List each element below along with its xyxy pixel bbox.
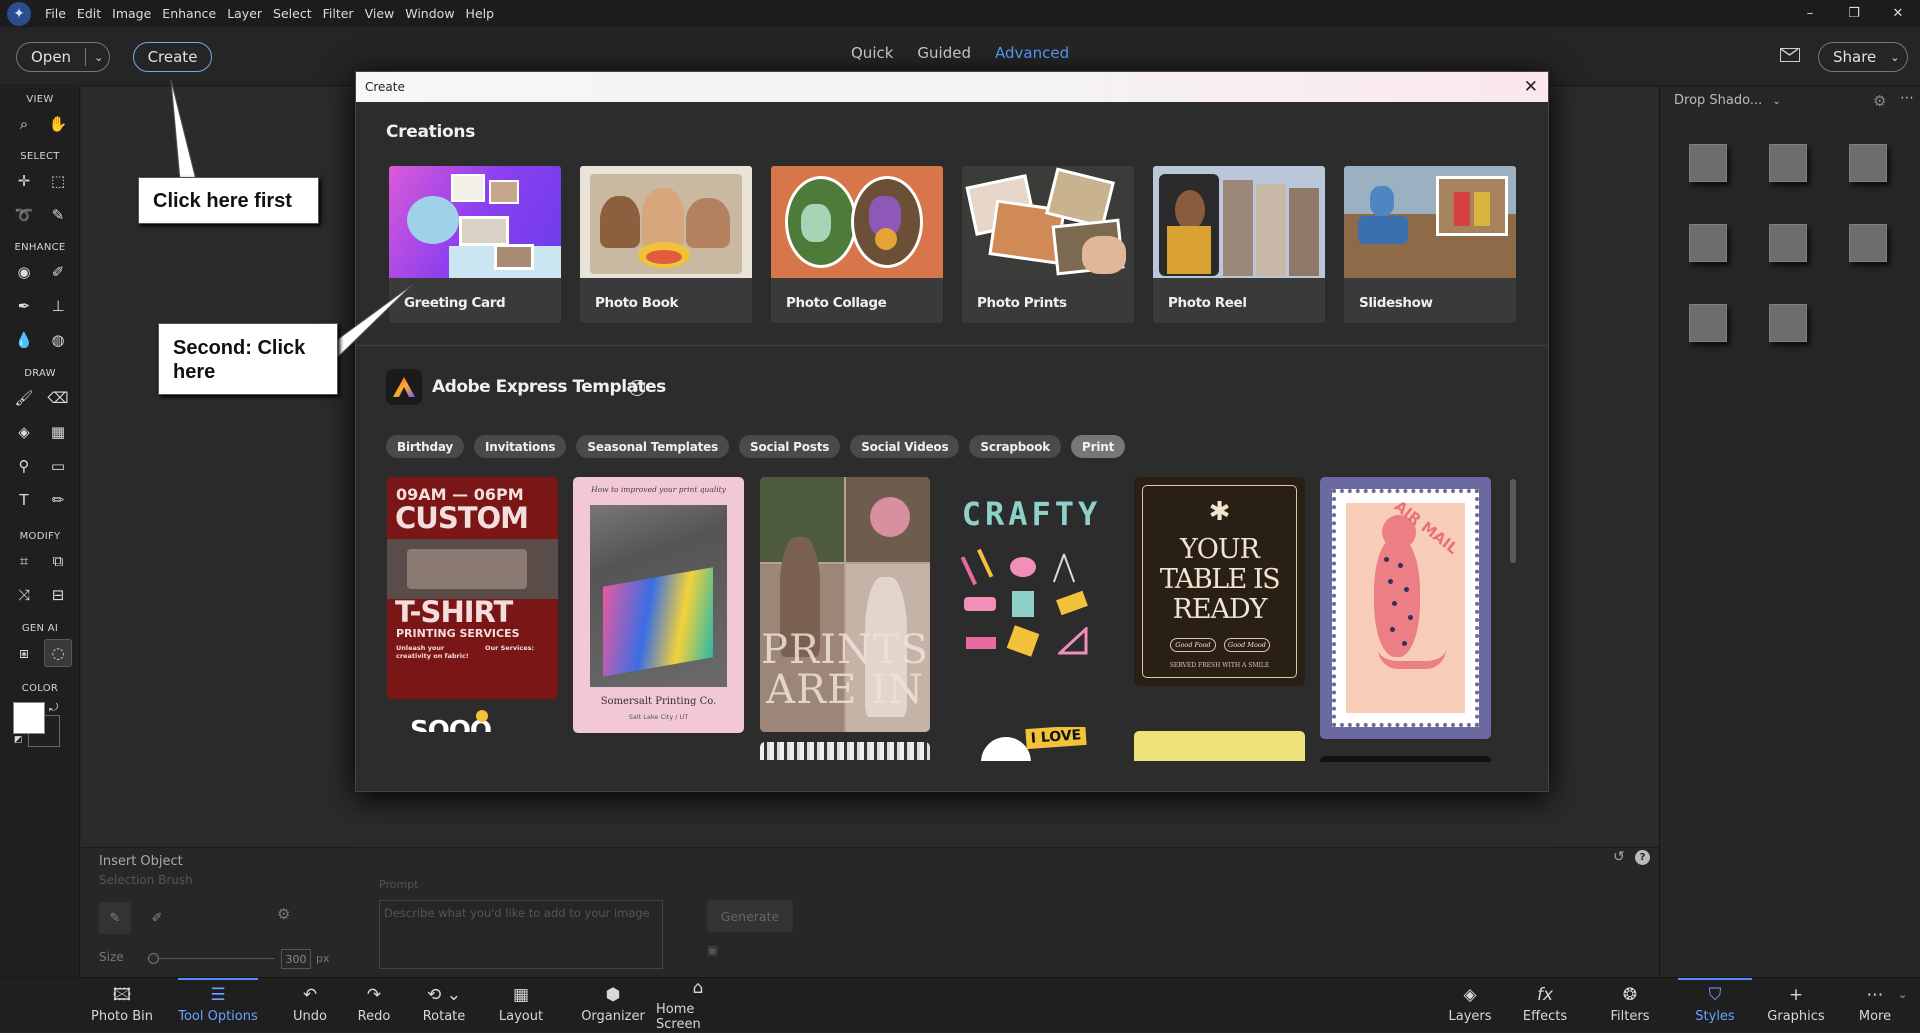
callout-arrows bbox=[170, 79, 413, 358]
callout-arrow-first bbox=[170, 79, 197, 181]
callout-arrow-second bbox=[329, 284, 413, 358]
callout-second: Second: Click here bbox=[158, 323, 338, 395]
callout-first: Click here first bbox=[138, 177, 319, 224]
